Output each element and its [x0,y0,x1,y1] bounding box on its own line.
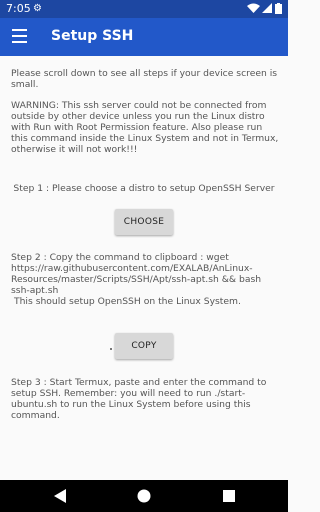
step1-text: Step 1 : Please choose a distro to setup… [13,183,275,194]
hamburger-menu-icon[interactable] [12,29,27,43]
intro-text: Please scroll down to see all steps if y… [11,68,278,90]
back-icon[interactable] [54,489,66,503]
step2-note-text: This should setup OpenSSH on the Linux S… [14,296,241,307]
gear-icon: ⚙ [33,3,42,14]
app-bar: Setup SSH [0,18,288,56]
choose-button[interactable]: CHOOSE [115,209,173,235]
step2-text: Step 2 : Copy the command to clipboard :… [11,252,262,296]
warning-text: WARNING: This ssh server could not be co… [11,100,279,155]
setup-ssh-content: Please scroll down to see all steps if y… [0,56,288,480]
signal-icon [262,3,272,13]
copy-button[interactable]: COPY [115,333,173,359]
home-icon[interactable] [137,489,151,503]
status-time: 7:05 [6,2,31,15]
dot-mark [110,348,112,350]
page-title: Setup SSH [51,28,134,44]
battery-icon [275,3,282,14]
step3-text: Step 3 : Start Termux, paste and enter t… [11,377,267,421]
wifi-icon [247,3,260,13]
recents-icon[interactable] [223,490,235,502]
status-bar: 7:05 ⚙ [0,0,288,18]
